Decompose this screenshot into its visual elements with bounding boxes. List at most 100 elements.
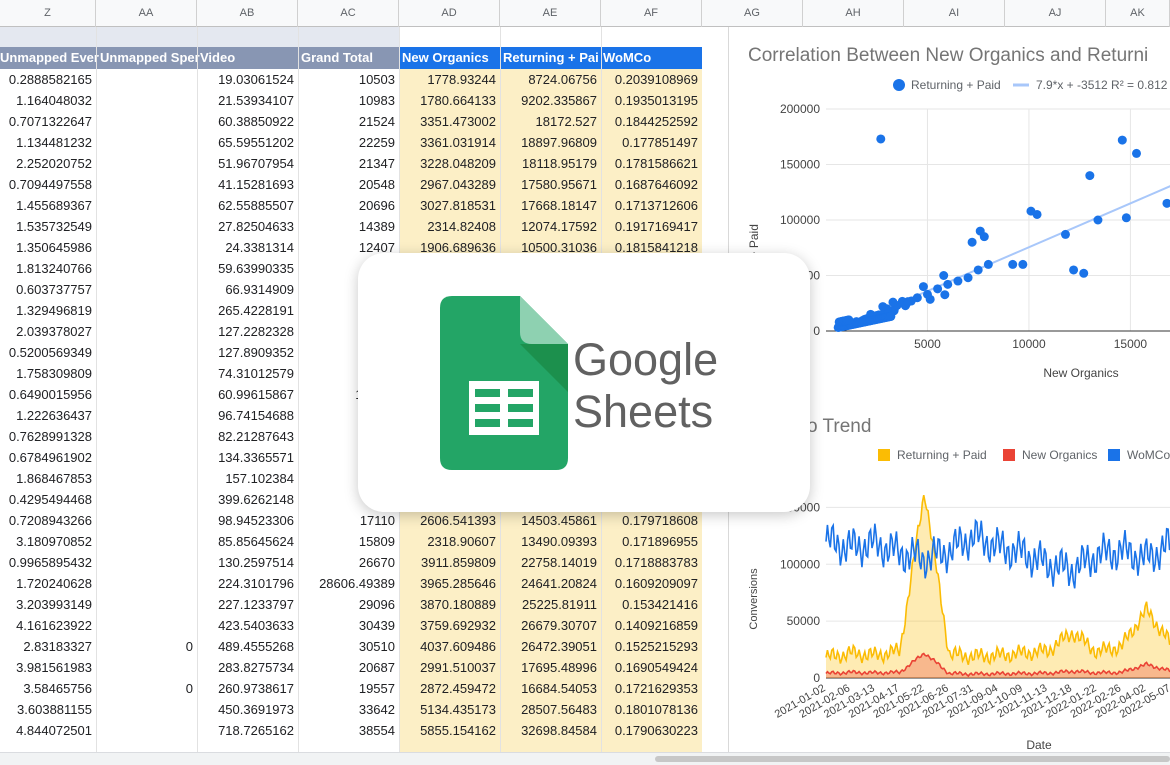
table-row[interactable]: 1.134481232 65.59551202 22259 3361.031914 18… [0,132,702,153]
cell-af[interactable]: 0.179718608 [601,510,702,531]
cell-z[interactable]: 0.9965895432 [0,552,96,573]
cell-aa[interactable] [96,132,197,153]
cell-aa[interactable] [96,552,197,573]
cell-ad[interactable]: 3759.692932 [399,615,500,636]
cell-ac[interactable]: 26670 [298,552,399,573]
cell-af[interactable]: 0.1718883783 [601,552,702,573]
cell-z[interactable]: 0.6784961902 [0,447,96,468]
table-row[interactable]: 4.161623922 423.5403633 30439 3759.692932 26… [0,615,702,636]
cell-z[interactable]: 3.58465756 [0,678,96,699]
cell-af[interactable]: 0.1781586621 [601,153,702,174]
cell-aa[interactable] [96,615,197,636]
cell-aa[interactable]: 0 [96,678,197,699]
cell-af[interactable]: 0.1721629353 [601,678,702,699]
cell-ae[interactable]: 22758.14019 [500,552,601,573]
cell-ac[interactable]: 21347 [298,153,399,174]
cell-ae[interactable]: 18172.527 [500,111,601,132]
cell-ab[interactable]: 60.99615867 [197,384,298,405]
column-header-ae[interactable]: AE [500,0,601,27]
header-new-organics[interactable]: New Organics [402,47,502,69]
cell-af[interactable]: 0.177851497 [601,132,702,153]
table-row[interactable]: 0.7071322647 60.38850922 21524 3351.473002 1… [0,111,702,132]
cell-ac[interactable]: 21524 [298,111,399,132]
cell-ab[interactable]: 227.1233797 [197,594,298,615]
cell-z[interactable]: 3.203993149 [0,594,96,615]
cell-ac[interactable]: 19557 [298,678,399,699]
cell-ab[interactable]: 96.74154688 [197,405,298,426]
cell-z[interactable]: 1.350645986 [0,237,96,258]
cell-ab[interactable]: 399.6262148 [197,489,298,510]
table-row[interactable]: 1.535732549 27.82504633 14389 2314.82408 120… [0,216,702,237]
cell-ac[interactable]: 17110 [298,510,399,531]
cell-ae[interactable]: 28507.56483 [500,699,601,720]
header-returning-paid[interactable]: Returning + Pai [503,47,601,69]
column-header-z[interactable]: Z [0,0,96,27]
cell-af[interactable]: 0.153421416 [601,594,702,615]
cell-z[interactable]: 0.7208943266 [0,510,96,531]
cell-ab[interactable]: 260.9738617 [197,678,298,699]
cell-ad[interactable]: 2318.90607 [399,531,500,552]
cell-aa[interactable] [96,237,197,258]
cell-ae[interactable]: 16684.54053 [500,678,601,699]
cell-ab[interactable]: 157.102384 [197,468,298,489]
cell-z[interactable]: 1.329496819 [0,300,96,321]
cell-ac[interactable]: 38554 [298,720,399,741]
scrollbar-thumb[interactable] [655,756,1170,762]
column-header-ai[interactable]: AI [904,0,1005,27]
table-row[interactable]: 3.58465756 0 260.9738617 19557 2872.459472 16… [0,678,702,699]
cell-ab[interactable]: 51.96707954 [197,153,298,174]
cell-ab[interactable]: 60.38850922 [197,111,298,132]
cell-af[interactable]: 0.1790630223 [601,720,702,741]
cell-z[interactable]: 0.5200569349 [0,342,96,363]
table-row[interactable]: 2.252020752 51.96707954 21347 3228.048209 18… [0,153,702,174]
cell-af[interactable]: 0.1690549424 [601,657,702,678]
cell-ac[interactable]: 20696 [298,195,399,216]
cell-z[interactable]: 4.161623922 [0,615,96,636]
cell-aa[interactable] [96,699,197,720]
cell-aa[interactable] [96,111,197,132]
cell-ab[interactable]: 19.03061524 [197,69,298,90]
header-grand-total[interactable]: Grand Total [301,47,398,69]
cell-ad[interactable]: 4037.609486 [399,636,500,657]
cell-z[interactable]: 1.720240628 [0,573,96,594]
cell-ab[interactable]: 127.2282328 [197,321,298,342]
cell-ae[interactable]: 18118.95179 [500,153,601,174]
cell-af[interactable]: 0.1687646092 [601,174,702,195]
cell-ab[interactable]: 283.8275734 [197,657,298,678]
cell-ad[interactable]: 5134.435173 [399,699,500,720]
cell-ad[interactable]: 3351.473002 [399,111,500,132]
cell-af[interactable]: 0.1935013195 [601,90,702,111]
cell-z[interactable]: 0.7628991328 [0,426,96,447]
cell-ac[interactable]: 30439 [298,615,399,636]
cell-ae[interactable]: 26679.30707 [500,615,601,636]
cell-z[interactable]: 0.7094497558 [0,174,96,195]
cell-ab[interactable]: 265.4228191 [197,300,298,321]
cell-z[interactable]: 0.6490015956 [0,384,96,405]
cell-ab[interactable]: 127.8909352 [197,342,298,363]
cell-z[interactable]: 1.868467853 [0,468,96,489]
header-unmapped-sper[interactable]: Unmapped Sper [100,47,200,69]
table-row[interactable]: 1.164048032 21.53934107 10983 1780.664133 92… [0,90,702,111]
cell-ae[interactable]: 17580.95671 [500,174,601,195]
cell-z[interactable]: 3.981561983 [0,657,96,678]
cell-ae[interactable]: 18897.96809 [500,132,601,153]
cell-ab[interactable]: 66.9314909 [197,279,298,300]
column-header-aj[interactable]: AJ [1005,0,1106,27]
cell-ab[interactable]: 27.82504633 [197,216,298,237]
table-row[interactable]: 0.7208943266 98.94523306 17110 2606.541393 1… [0,510,702,531]
cell-ac[interactable]: 10503 [298,69,399,90]
cell-z[interactable]: 2.039378027 [0,321,96,342]
cell-ae[interactable]: 32698.84584 [500,720,601,741]
column-header-ac[interactable]: AC [298,0,399,27]
cell-aa[interactable] [96,426,197,447]
cell-ae[interactable]: 14503.45861 [500,510,601,531]
cell-ab[interactable]: 65.59551202 [197,132,298,153]
cell-af[interactable]: 0.171896955 [601,531,702,552]
cell-ad[interactable]: 3870.180889 [399,594,500,615]
cell-ad[interactable]: 3965.285646 [399,573,500,594]
cell-ad[interactable]: 1780.664133 [399,90,500,111]
column-header-ag[interactable]: AG [702,0,803,27]
horizontal-scrollbar[interactable] [0,752,1170,765]
cell-ab[interactable]: 450.3691973 [197,699,298,720]
header-womco[interactable]: WoMCo [603,47,702,69]
